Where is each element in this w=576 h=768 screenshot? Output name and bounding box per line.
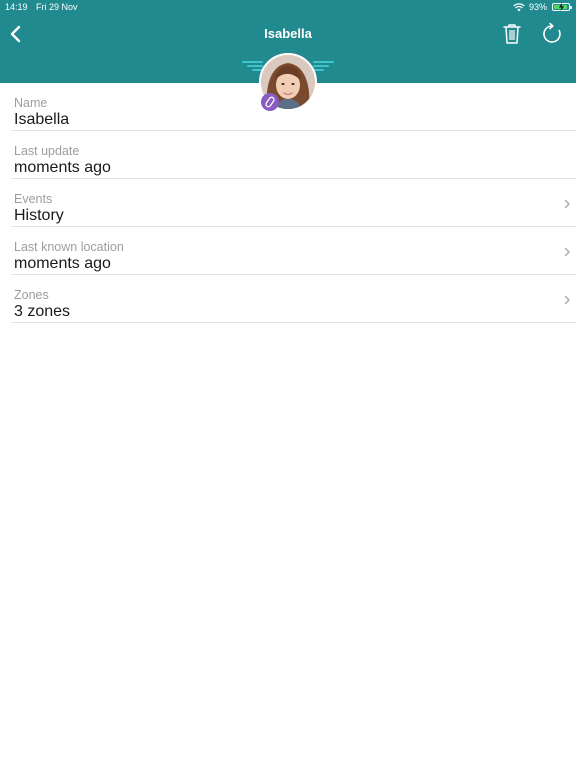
row-label: Last known location: [14, 240, 124, 254]
row-label: Name: [14, 96, 48, 110]
row-value: moments ago: [14, 255, 111, 272]
chevron-right-icon: [564, 295, 570, 305]
battery-percent: 93%: [528, 2, 547, 12]
trash-icon[interactable]: [502, 23, 522, 45]
page-title: Isabella: [264, 26, 312, 41]
row-events[interactable]: Events History: [11, 179, 576, 227]
battery-icon: [552, 3, 572, 11]
chevron-right-icon: [564, 199, 570, 209]
row-label: Zones: [14, 288, 49, 302]
row-last-known-location[interactable]: Last known location moments ago: [11, 227, 576, 275]
battery-cap: [570, 6, 572, 9]
row-value: moments ago: [14, 159, 111, 176]
row-value: Isabella: [14, 111, 70, 128]
status-indicators: 93%: [513, 0, 572, 14]
chevron-right-icon: [564, 247, 570, 257]
status-time: 14:19: [5, 2, 28, 12]
wifi-icon: [513, 2, 525, 11]
status-date: Fri 29 Nov: [36, 2, 78, 12]
row-value: 3 zones: [14, 303, 71, 320]
detail-list: Name Isabella Last update moments ago Ev…: [0, 83, 576, 323]
charging-bolt-icon: [558, 3, 565, 11]
refresh-icon[interactable]: [541, 23, 563, 45]
row-zones[interactable]: Zones 3 zones: [11, 275, 576, 323]
row-label: Events: [14, 192, 53, 206]
row-value: History: [14, 207, 64, 224]
row-last-update[interactable]: Last update moments ago: [11, 131, 576, 179]
row-label: Last update: [14, 144, 80, 158]
status-bar: 14:19 Fri 29 Nov 93%: [0, 0, 576, 14]
link-icon: [265, 96, 275, 108]
link-badge[interactable]: [261, 93, 279, 111]
